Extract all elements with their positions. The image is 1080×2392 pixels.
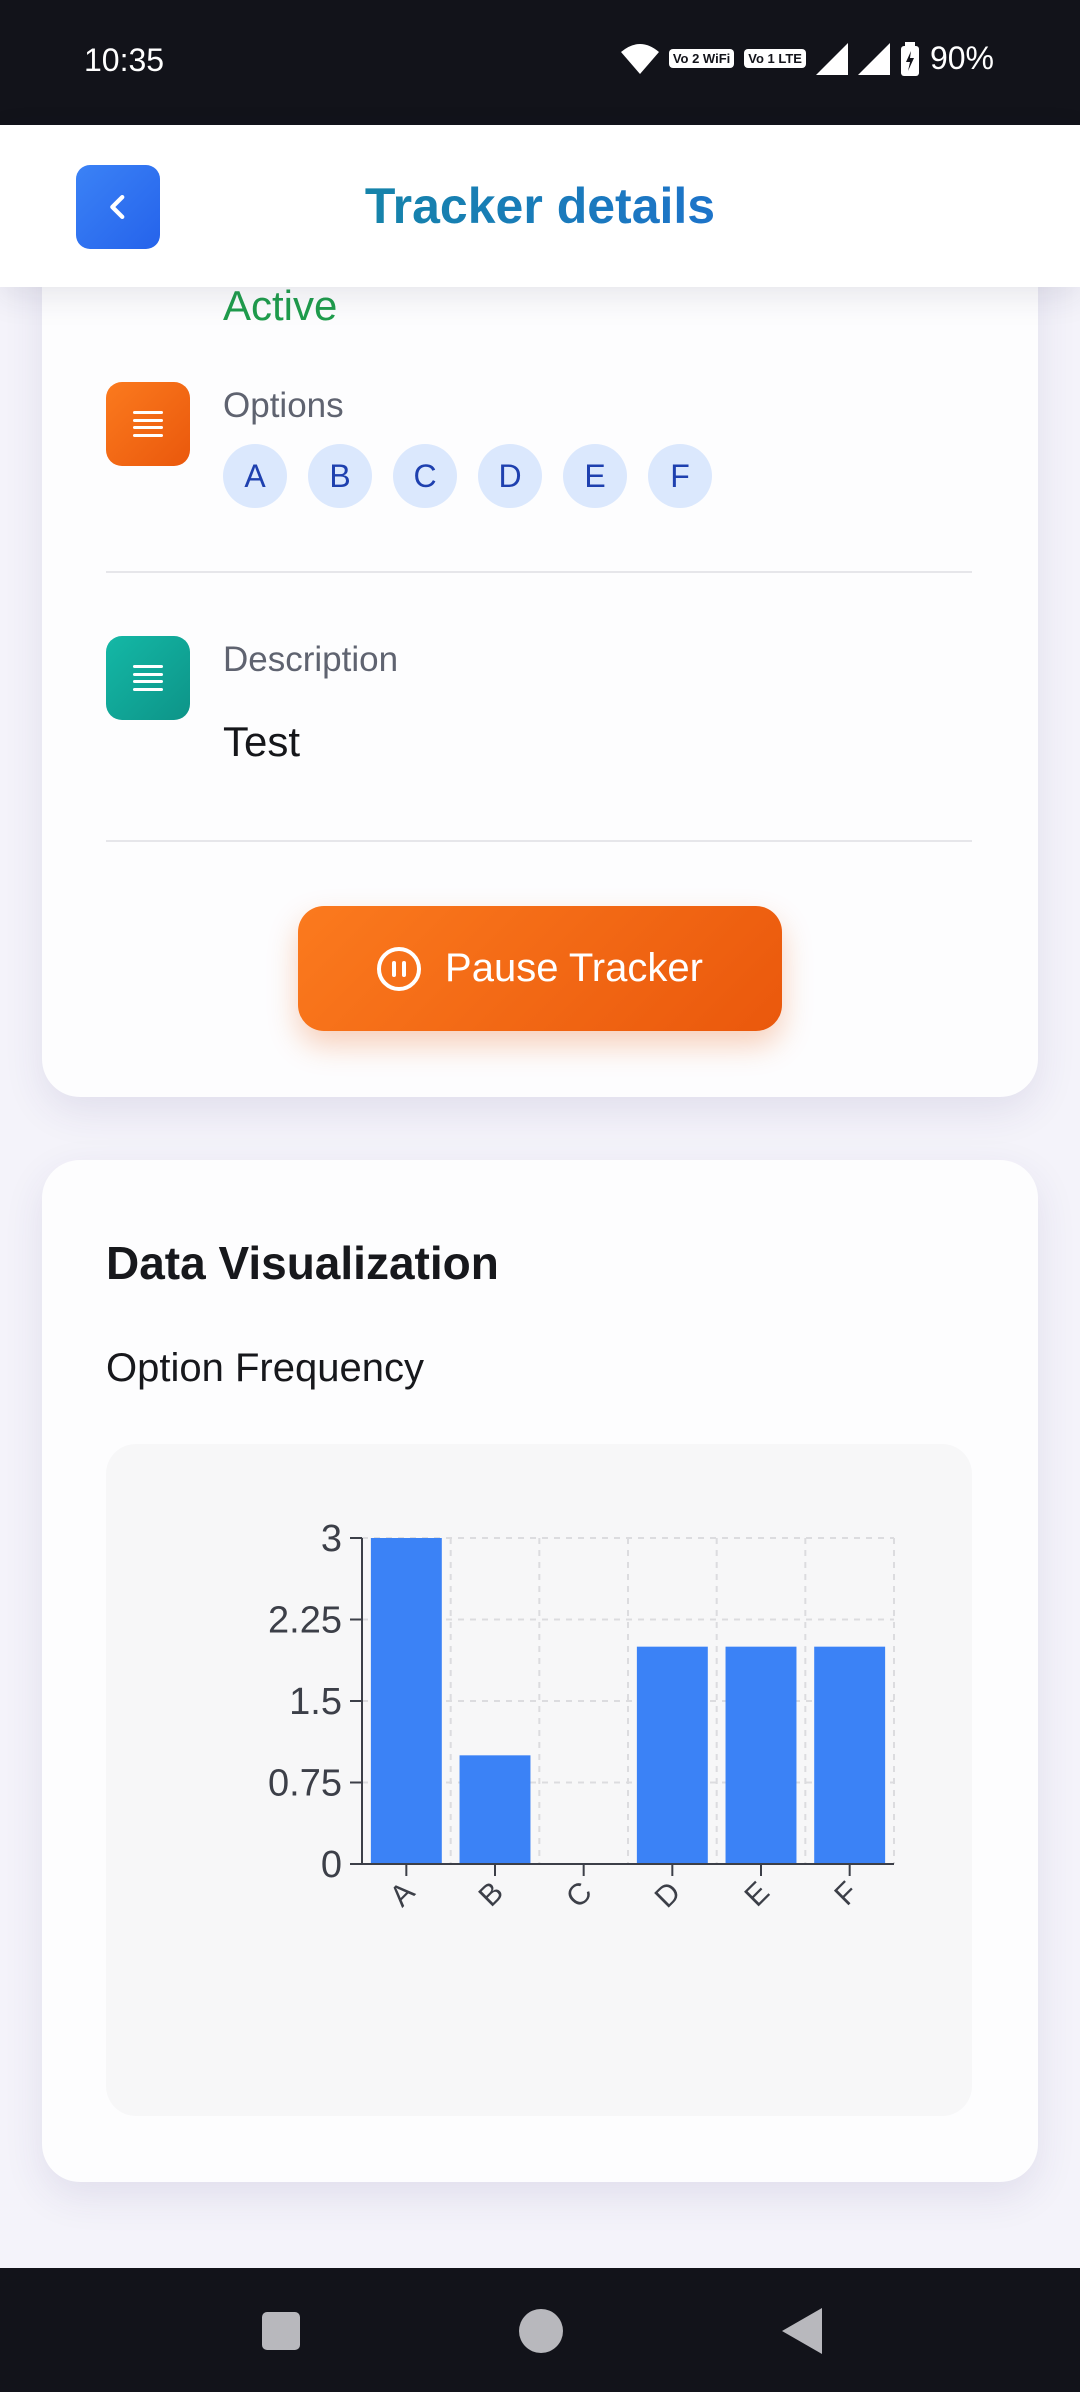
pause-tracker-label: Pause Tracker [445,946,703,990]
app-header: Tracker details [0,125,1080,287]
pause-tracker-button[interactable]: Pause Tracker [298,906,782,1031]
description-label: Description [223,640,399,679]
vowifi-icon: Vo 2 WiFi [668,49,735,68]
status-bar: 10:35 Vo 2 WiFi Vo 1 LTE 90% [0,0,1080,125]
y-tick-label: 3 [321,1518,342,1560]
page-title: Tracker details [0,177,1080,235]
status-time: 10:35 [84,42,165,78]
battery-icon [900,41,919,76]
chart-bar [725,1646,797,1864]
option-chip: F [648,444,712,508]
chart-bar [636,1646,708,1864]
y-tick-label: 1.5 [289,1681,342,1723]
x-tick-label: E [738,1876,775,1913]
section-title: Data Visualization [106,1237,499,1289]
bar-chart: 0 0.75 1.5 2.25 3 A B C D E F [268,1518,895,1915]
chart-bar [814,1646,886,1864]
option-chip: A [223,444,287,508]
pause-icon [377,946,422,991]
description-icon [106,636,190,720]
tracker-details-card: Active Options A B C D E F Description T… [42,176,1038,1097]
wifi-icon [620,43,659,74]
battery-percent: 90% [929,40,994,76]
option-chip: C [393,444,457,508]
chart-container: 0 0.75 1.5 2.25 3 A B C D E F [106,1444,972,2116]
recents-button[interactable] [262,2312,300,2350]
status-icons: Vo 2 WiFi Vo 1 LTE 90% [620,40,994,77]
y-tick-label: 0.75 [268,1763,342,1805]
list-icon [106,382,190,466]
data-visualization-card: Data Visualization Option Frequency 0 0.7… [42,1160,1038,2182]
volte-icon: Vo 1 LTE [744,49,806,68]
status-value: Active [223,282,338,329]
x-tick-label: A [384,1876,421,1913]
x-tick-label: C [560,1876,599,1915]
home-button[interactable] [519,2309,563,2353]
divider [106,571,972,573]
chart-title: Option Frequency [106,1346,424,1390]
system-nav-bar [0,2268,1080,2392]
option-chip: D [478,444,542,508]
signal-icon [857,42,890,75]
description-value: Test [223,718,301,765]
y-tick-label: 0 [321,1844,342,1886]
x-tick-label: F [828,1876,864,1912]
signal-icon [815,42,848,75]
x-tick-label: B [472,1876,509,1913]
x-tick-label: D [649,1876,688,1915]
option-chip: B [308,444,372,508]
chart-bar [370,1538,442,1864]
chart-bar [459,1755,531,1864]
system-back-button[interactable] [782,2308,822,2354]
options-chip-list: A B C D E F [223,444,712,508]
options-label: Options [223,386,344,425]
y-tick-label: 2.25 [268,1600,342,1642]
option-chip: E [563,444,627,508]
divider [106,840,972,842]
